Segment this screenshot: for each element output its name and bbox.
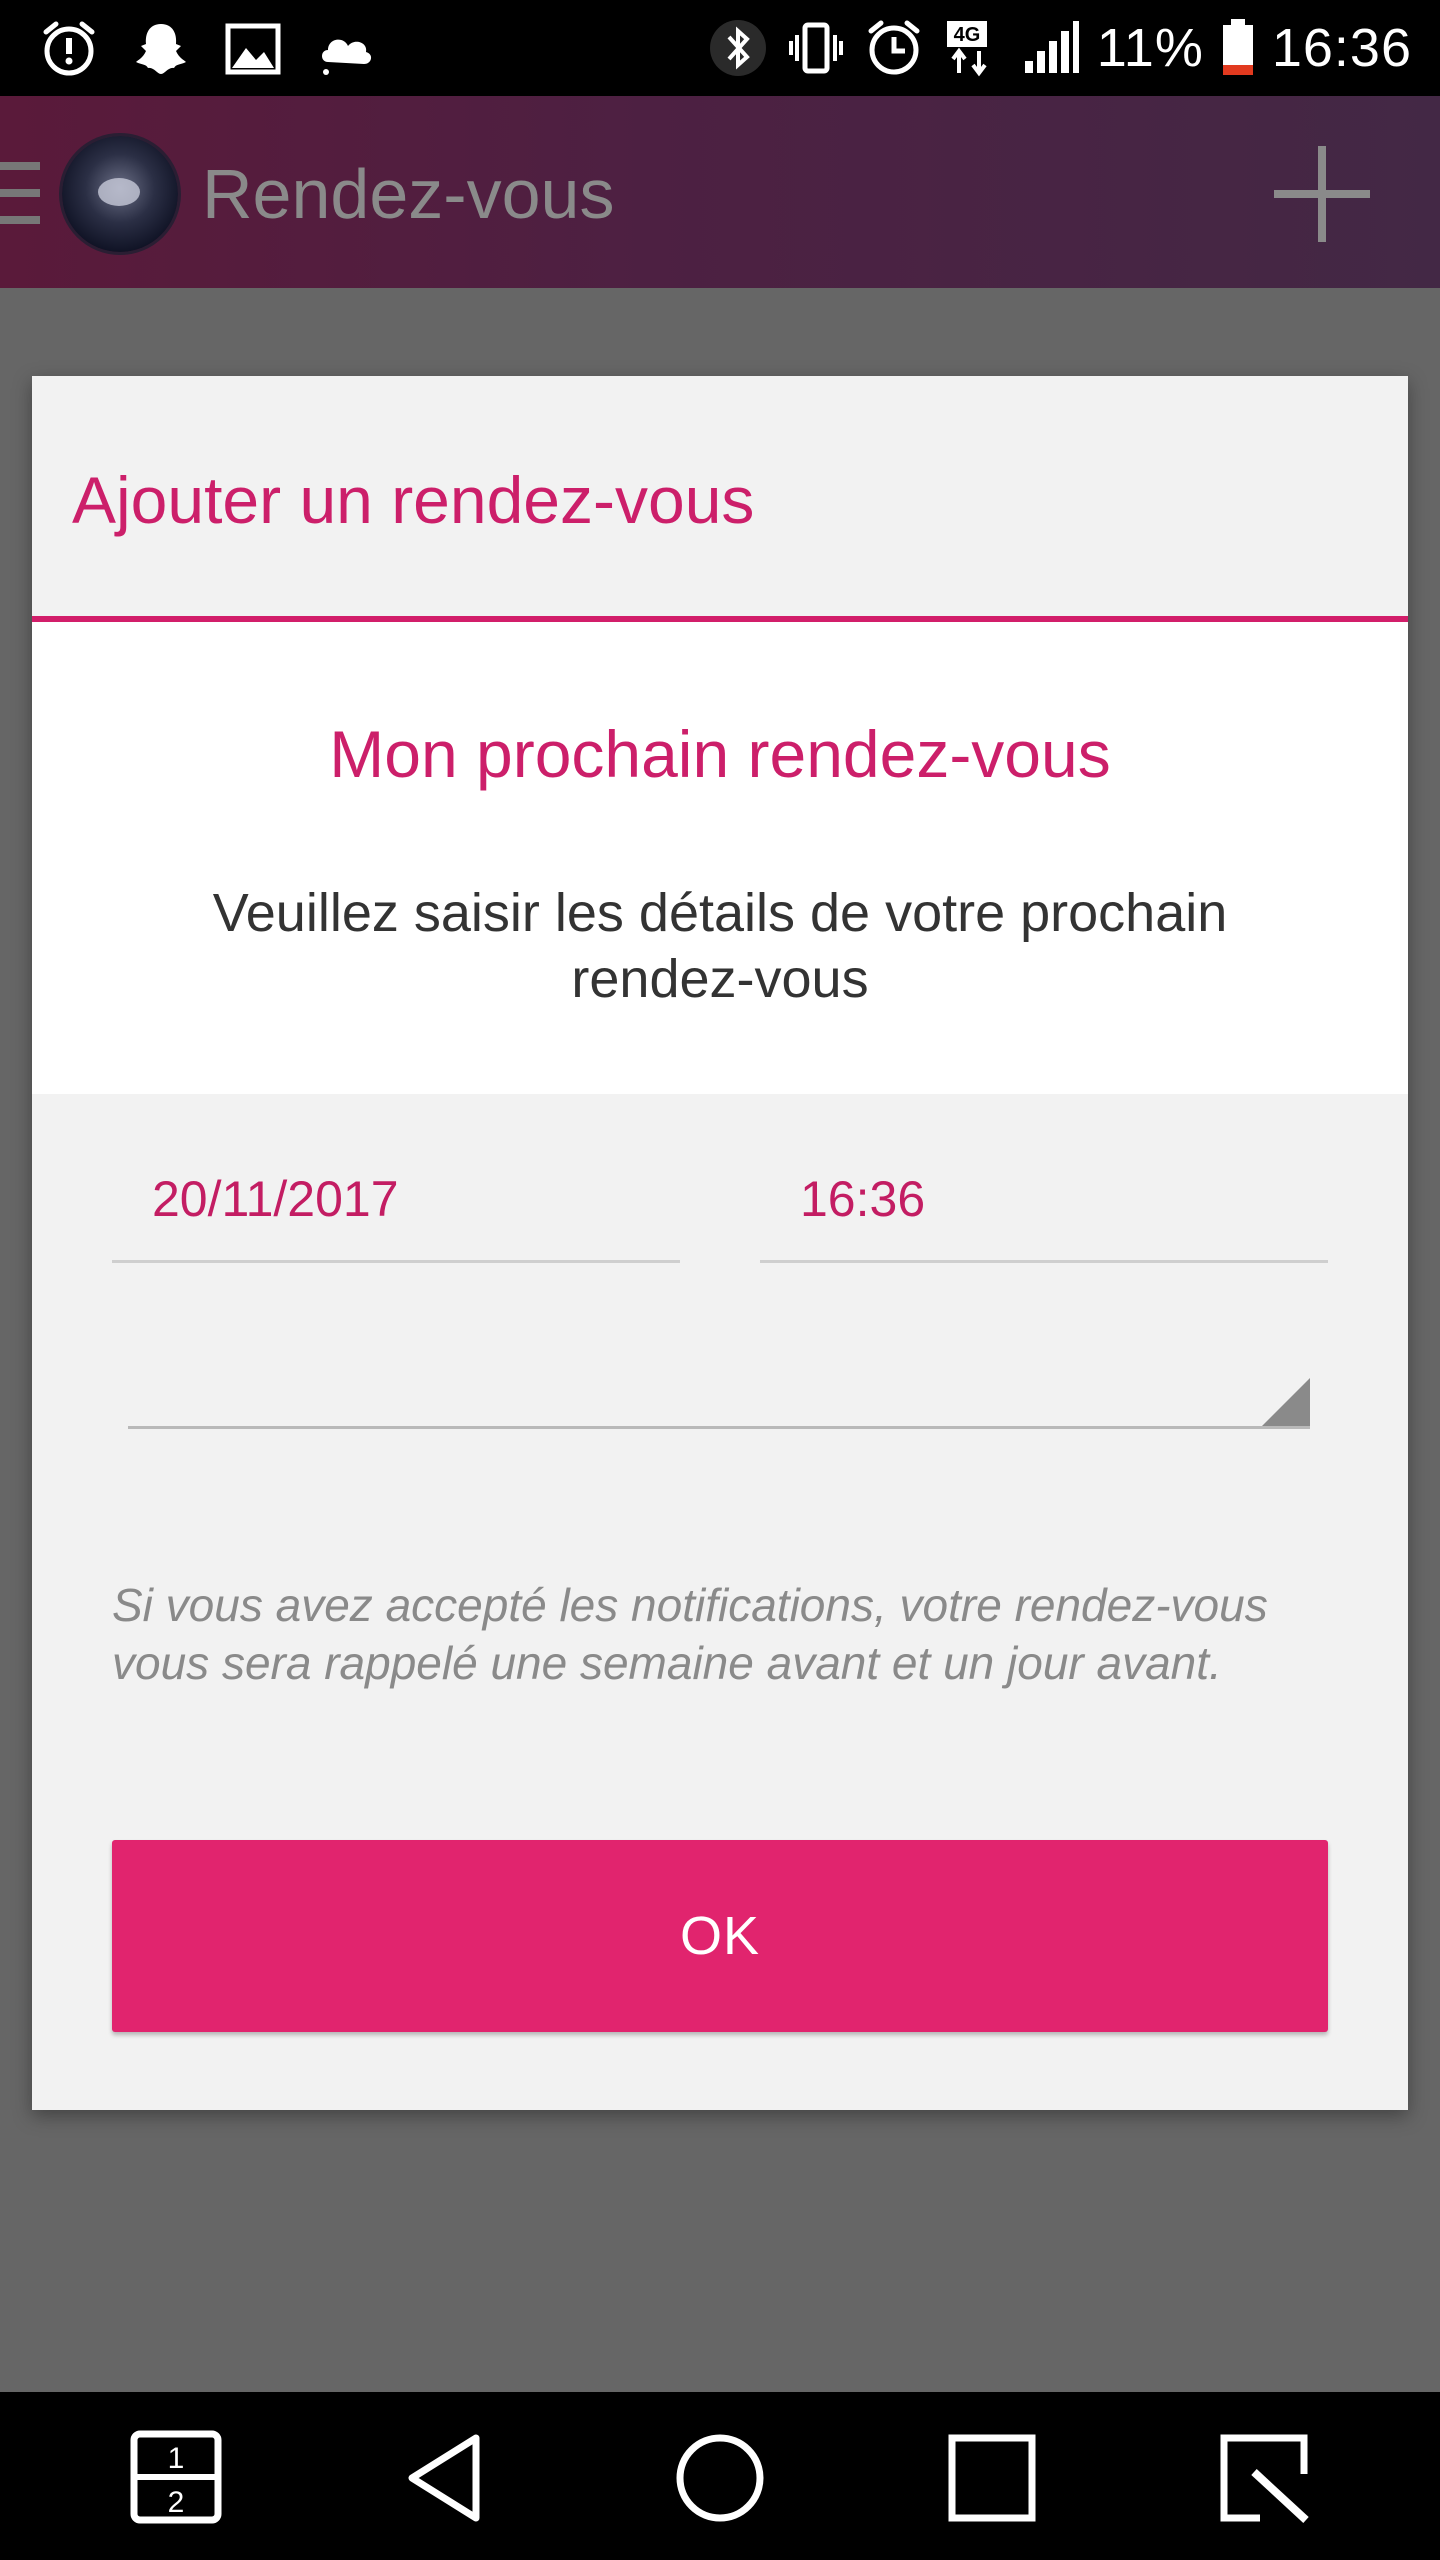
app-toolbar: Rendez-vous xyxy=(0,96,1440,288)
time-field[interactable]: 16:36 xyxy=(760,1170,1328,1263)
dialog-intro xyxy=(32,622,1408,1094)
back-icon[interactable] xyxy=(398,2428,498,2528)
battery-icon xyxy=(1222,19,1253,75)
status-time: 16:36 xyxy=(1271,18,1412,78)
ok-button[interactable]: OK xyxy=(112,1840,1328,2032)
snapchat-icon xyxy=(136,24,186,74)
toolbar-title: Rendez-vous xyxy=(202,155,615,233)
qslide-icon[interactable] xyxy=(1214,2428,1314,2528)
vibrate-icon xyxy=(788,22,843,74)
dialog-header: Ajouter un rendez-vous xyxy=(32,376,1408,616)
image-icon xyxy=(225,23,281,75)
intro-heading: Mon prochain rendez-vous xyxy=(329,717,1111,791)
svg-text:2: 2 xyxy=(168,2486,185,2519)
time-value: 16:36 xyxy=(800,1171,926,1227)
app-logo xyxy=(62,136,178,252)
status-bar: 4G 11% 16:36 xyxy=(0,0,1440,96)
intro-description: Veuillez saisir les détails de votre pro… xyxy=(212,883,1228,1009)
battery-percent: 11% xyxy=(1096,18,1204,78)
notification-note: Si vous avez accepté les notifications, … xyxy=(112,1579,1268,1689)
navigation-bar: 1 2 xyxy=(0,2392,1440,2560)
appointment-type-select[interactable] xyxy=(128,1366,1310,1429)
dialog-title: Ajouter un rendez-vous xyxy=(72,463,755,537)
date-value: 20/11/2017 xyxy=(152,1171,399,1227)
add-appointment-dialog: Ajouter un rendez-vous Mon prochain rend… xyxy=(32,376,1408,2110)
bluetooth-icon xyxy=(709,20,766,76)
dual-window-icon[interactable]: 1 2 xyxy=(126,2428,226,2528)
menu-icon[interactable] xyxy=(0,162,42,224)
weather-icon xyxy=(322,39,372,75)
date-field[interactable]: 20/11/2017 xyxy=(112,1170,680,1263)
dropdown-arrow-icon xyxy=(1262,1378,1310,1426)
network-4g-icon: 4G xyxy=(946,21,987,77)
alarm-icon xyxy=(868,20,920,75)
signal-icon xyxy=(1024,21,1079,73)
recents-icon[interactable] xyxy=(942,2428,1042,2528)
alarm-alert-icon xyxy=(43,21,95,76)
network-label: 4G xyxy=(953,24,980,46)
svg-text:1: 1 xyxy=(168,2442,185,2475)
home-icon[interactable] xyxy=(670,2428,770,2528)
add-icon[interactable] xyxy=(1274,146,1370,242)
